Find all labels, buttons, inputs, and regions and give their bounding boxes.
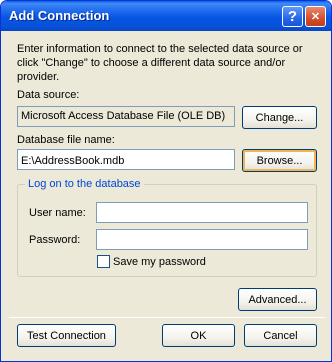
- cancel-button[interactable]: Cancel: [244, 324, 317, 347]
- database-file-label: Database file name:: [17, 134, 115, 146]
- separator: [9, 317, 325, 318]
- change-button[interactable]: Change...: [242, 106, 317, 129]
- user-name-label: User name:: [29, 207, 86, 219]
- user-name-input[interactable]: [96, 202, 308, 223]
- data-source-field: Microsoft Access Database File (OLE DB): [17, 106, 235, 127]
- close-button[interactable]: ✕: [305, 6, 326, 27]
- save-password-label[interactable]: Save my password: [113, 256, 206, 268]
- test-connection-button[interactable]: Test Connection: [17, 324, 116, 347]
- help-button[interactable]: ?: [282, 6, 303, 27]
- intro-text: Enter information to connect to the sele…: [17, 43, 303, 83]
- password-label: Password:: [29, 234, 81, 246]
- save-password-checkbox[interactable]: [97, 255, 110, 268]
- help-icon: ?: [287, 8, 298, 25]
- add-connection-dialog: Add Connection ? ✕ Enter information to …: [0, 0, 332, 362]
- password-input[interactable]: [96, 229, 308, 250]
- browse-button[interactable]: Browse...: [242, 149, 317, 172]
- data-source-label: Data source:: [17, 89, 80, 101]
- advanced-button[interactable]: Advanced...: [238, 288, 317, 311]
- logon-group-title: Log on to the database: [25, 178, 144, 190]
- window-title: Add Connection: [9, 8, 110, 23]
- ok-button[interactable]: OK: [162, 324, 235, 347]
- database-file-input[interactable]: [17, 149, 235, 170]
- title-bar[interactable]: Add Connection ? ✕: [1, 1, 331, 31]
- close-icon: ✕: [310, 11, 321, 23]
